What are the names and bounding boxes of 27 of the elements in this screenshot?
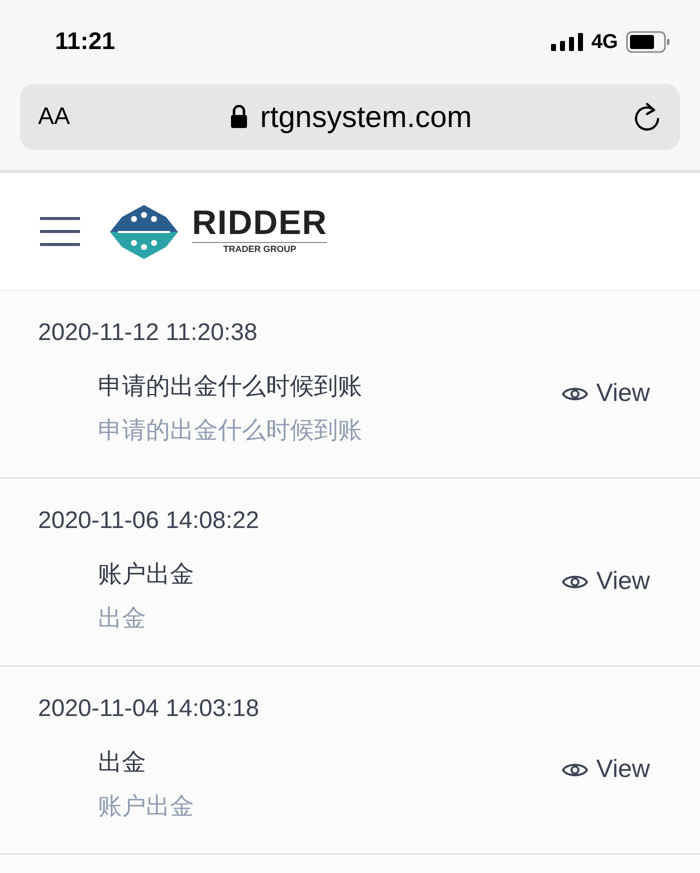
knot-logo-icon — [108, 202, 180, 260]
signal-icon — [551, 33, 584, 51]
ticket-date: 2020-11-06 14:08:22 — [38, 506, 260, 536]
logo-tagline: TRADER GROUP — [223, 243, 296, 256]
ticket-content: 申请的出金什么时候到账 — [97, 416, 362, 446]
menu-icon[interactable] — [40, 217, 80, 246]
text-size-button[interactable]: AA — [38, 99, 70, 135]
eye-icon — [562, 573, 588, 591]
logo-name: RIDDER — [192, 206, 328, 244]
ticket-content: 出金 — [97, 604, 147, 634]
network-label: 4G — [591, 30, 618, 55]
view-link[interactable]: View — [562, 751, 650, 789]
ticket-date: 2020-11-04 14:03:18 — [38, 694, 260, 724]
lock-icon — [230, 105, 248, 129]
ticket-content: 账户出金 — [97, 792, 195, 822]
battery-icon — [626, 31, 670, 53]
eye-icon — [562, 385, 588, 403]
ticket-title: 出金 — [97, 748, 147, 778]
ticket-date: 2020-11-12 11:20:38 — [38, 318, 258, 348]
eye-icon — [562, 761, 588, 779]
ticket-title: 申请的出金什么时候到账 — [97, 372, 362, 402]
address-bar[interactable]: AA rtgnsystem.com — [20, 84, 680, 150]
view-link[interactable]: View — [562, 563, 650, 601]
ticket-title: 账户出金 — [97, 560, 195, 590]
view-link[interactable]: View — [562, 375, 650, 413]
clock-time: 11:21 — [55, 27, 116, 57]
url-text: rtgnsystem.com — [260, 100, 472, 136]
